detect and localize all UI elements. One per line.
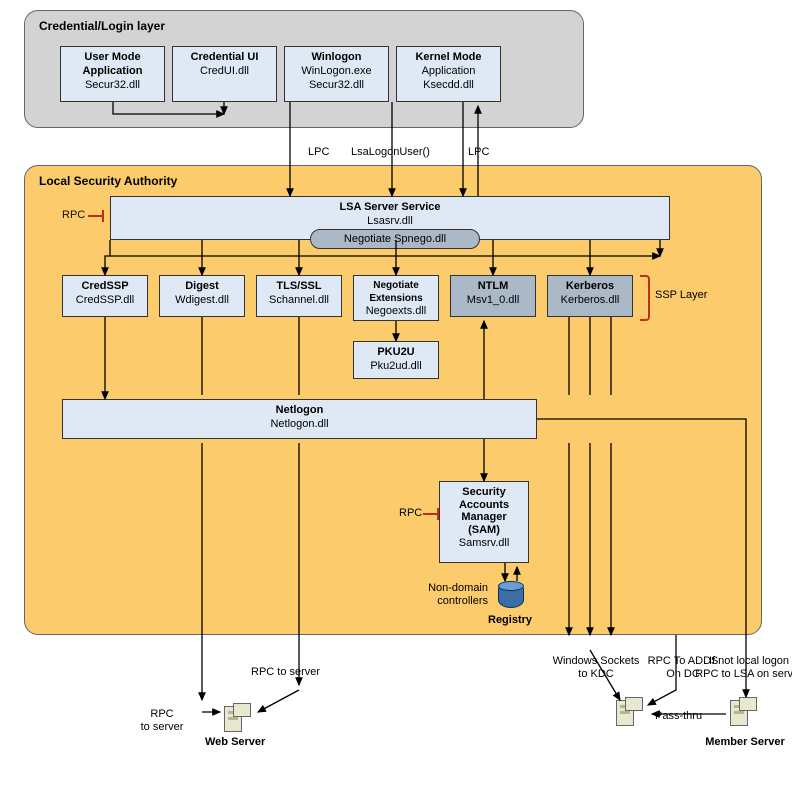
box-ntlm: NTLM Msv1_0.dll <box>450 275 536 317</box>
label-rpc-lsa: RPC <box>62 209 85 222</box>
usermode-title: User ModeApplication <box>63 51 162 79</box>
label-lpc-1: LPC <box>308 146 329 159</box>
kernel-title: Kernel Mode <box>399 51 498 65</box>
ntlm-sub: Msv1_0.dll <box>453 294 533 308</box>
digest-sub: Wdigest.dll <box>162 294 242 308</box>
kernel-sub: ApplicationKsecdd.dll <box>399 65 498 93</box>
kerb-title: Kerberos <box>550 280 630 294</box>
credui-sub: CredUI.dll <box>175 65 274 79</box>
registry-icon <box>498 586 524 608</box>
box-tls-ssl: TLS/SSL Schannel.dll <box>256 275 342 317</box>
negoext-sub: Negoexts.dll <box>356 305 436 319</box>
web-server-icon <box>224 706 248 732</box>
box-credential-ui: Credential UI CredUI.dll <box>172 46 277 102</box>
credential-layer-title: Credential/Login layer <box>39 19 165 33</box>
member-server-icon <box>730 700 754 726</box>
digest-title: Digest <box>162 280 242 294</box>
lsa-title: Local Security Authority <box>39 174 177 188</box>
label-if-not-local-logon: If not local logonRPC to LSA on server <box>694 655 792 681</box>
label-ssp-layer: SSP Layer <box>655 289 707 302</box>
label-pass-thru: Pass-thru <box>655 710 702 723</box>
sam-sub: Samsrv.dll <box>442 537 526 551</box>
pill-negotiate-spnego: Negotiate Spnego.dll <box>310 229 480 249</box>
credui-title: Credential UI <box>175 51 274 65</box>
label-non-domain-controllers: Non-domaincontrollers <box>418 582 488 608</box>
lsa-server-sub: Lsasrv.dll <box>113 215 667 229</box>
box-user-mode-application: User ModeApplication Secur32.dll <box>60 46 165 102</box>
rpc-stub-sam <box>423 513 437 515</box>
box-winlogon: Winlogon WinLogon.exeSecur32.dll <box>284 46 389 102</box>
label-windows-sockets: Windows Socketsto KDC <box>541 655 651 681</box>
box-kerberos: Kerberos Kerberos.dll <box>547 275 633 317</box>
label-member-server: Member Server <box>700 736 790 749</box>
credssp-title: CredSSP <box>65 280 145 294</box>
box-negotiate-extensions: NegotiateExtensions Negoexts.dll <box>353 275 439 321</box>
box-netlogon: Netlogon Netlogon.dll <box>62 399 537 439</box>
kerb-sub: Kerberos.dll <box>550 294 630 308</box>
pku2u-sub: Pku2ud.dll <box>356 360 436 374</box>
label-lsalogonuser: LsaLogonUser() <box>351 146 430 159</box>
rpc-stub-lsa <box>88 215 102 217</box>
ssp-layer-bracket <box>640 275 650 321</box>
dc-server-icon <box>616 700 640 726</box>
usermode-sub: Secur32.dll <box>63 79 162 93</box>
box-digest: Digest Wdigest.dll <box>159 275 245 317</box>
winlogon-sub: WinLogon.exeSecur32.dll <box>287 65 386 93</box>
label-rpc-sam: RPC <box>399 507 422 520</box>
negoext-title: NegotiateExtensions <box>356 280 436 305</box>
credssp-sub: CredSSP.dll <box>65 294 145 308</box>
netlogon-sub: Netlogon.dll <box>65 418 534 432</box>
label-rpc-to-server-b: RPCto server <box>132 708 192 734</box>
label-rpc-to-server-a: RPC to server <box>251 666 320 679</box>
box-credssp: CredSSP CredSSP.dll <box>62 275 148 317</box>
ntlm-title: NTLM <box>453 280 533 294</box>
winlogon-title: Winlogon <box>287 51 386 65</box>
pku2u-title: PKU2U <box>356 346 436 360</box>
label-web-server: Web Server <box>205 736 265 749</box>
box-sam: SecurityAccountsManager(SAM) Samsrv.dll <box>439 481 529 563</box>
lsa-server-title: LSA Server Service <box>113 201 667 215</box>
sam-title: SecurityAccountsManager(SAM) <box>442 486 526 537</box>
netlogon-title: Netlogon <box>65 404 534 418</box>
tls-title: TLS/SSL <box>259 280 339 294</box>
label-registry: Registry <box>488 614 532 627</box>
tls-sub: Schannel.dll <box>259 294 339 308</box>
box-kernel-mode: Kernel Mode ApplicationKsecdd.dll <box>396 46 501 102</box>
box-pku2u: PKU2U Pku2ud.dll <box>353 341 439 379</box>
label-lpc-2: LPC <box>468 146 489 159</box>
